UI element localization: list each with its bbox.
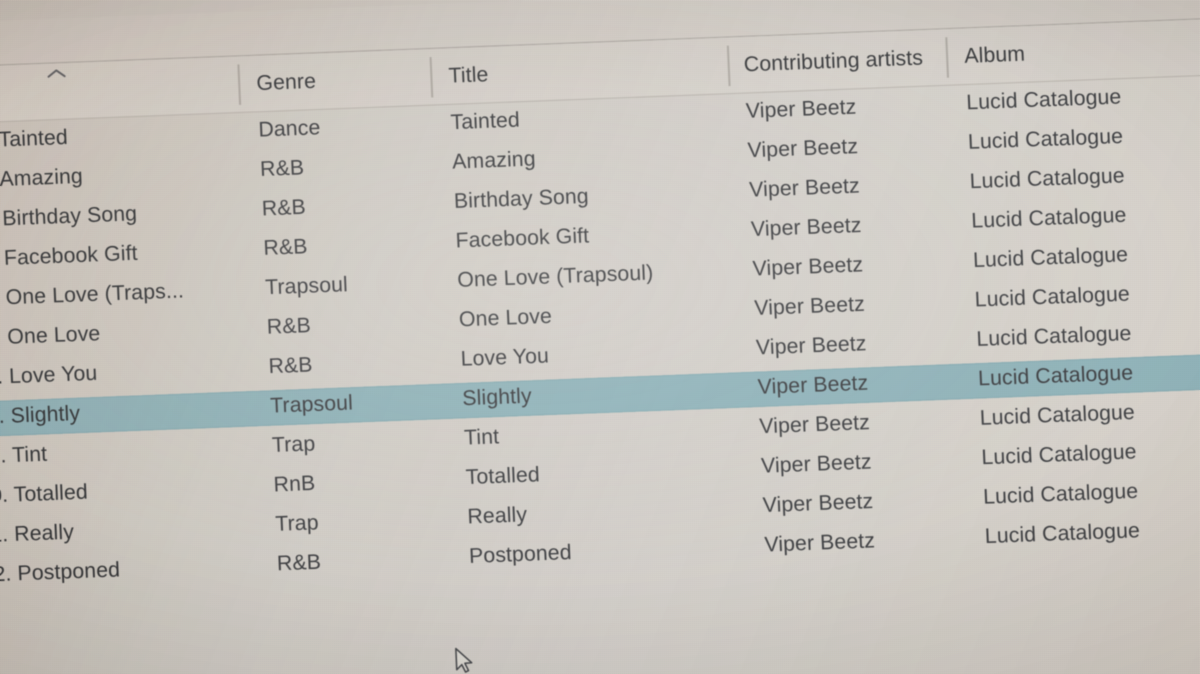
cell-album: Lucid Catalogue [979,400,1136,430]
column-header-album[interactable]: Album [964,42,1026,69]
column-divider-0[interactable] [237,64,241,105]
cell-title: Amazing [451,147,537,174]
cell-title: Totalled [465,463,541,490]
cell-artists: Viper Beetz [750,213,862,242]
cell-artists: Viper Beetz [762,489,874,518]
cell-title: Really [466,503,528,529]
cell-genre: RnB [273,471,316,497]
cell-name: 05. One Love (Traps... [0,279,185,310]
cell-artists: Viper Beetz [748,174,861,202]
cell-album: Lucid Catalogue [967,124,1124,154]
cell-genre: Dance [257,116,321,142]
cell-artists: Viper Beetz [757,371,869,399]
cell-artists: Viper Beetz [747,134,859,163]
cell-genre: Trap [274,511,320,536]
cell-album: Lucid Catalogue [972,242,1129,273]
cell-name: 12. Postponed [0,558,121,587]
screen-warp-wrapper: Select d NameGenreTitleContributing arti… [0,0,1200,674]
cell-genre: Trapsoul [264,272,349,300]
cell-genre: R&B [266,313,312,339]
cell-title: Slightly [461,384,533,411]
column-divider-1[interactable] [429,57,433,98]
column-divider-3[interactable] [945,37,949,78]
file-explorer-window: Select d NameGenreTitleContributing arti… [0,0,1200,674]
cell-artists: Viper Beetz [752,253,864,281]
cell-name: 04. Facebook Gift [0,241,139,272]
cell-genre: R&B [268,353,314,379]
cell-album: Lucid Catalogue [965,85,1122,115]
cell-genre: Trap [271,432,316,458]
column-header-title[interactable]: Title [448,63,489,89]
cell-name: 01. Tainted [0,125,69,153]
cell-album: Lucid Catalogue [975,321,1132,352]
cell-name: 06. One Love [0,321,101,350]
cell-genre: R&B [276,550,322,576]
cell-album: Lucid Catalogue [969,164,1126,194]
cell-genre: R&B [261,195,307,221]
cell-artists: Viper Beetz [760,450,873,478]
column-header-artists[interactable]: Contributing artists [743,46,923,77]
cell-title: One Love [458,304,553,332]
cell-genre: R&B [262,234,308,260]
cell-album: Lucid Catalogue [980,440,1138,470]
cell-genre: Trapsoul [269,391,354,418]
cell-title: Facebook Gift [455,224,590,253]
chevron-up-icon [45,67,68,80]
cell-title: Tainted [450,108,521,135]
cell-name: 08. Slightly [0,401,81,430]
cell-name: 11. Really [0,520,75,548]
cell-name: 09. Tint [0,442,48,469]
cell-artists: Viper Beetz [758,410,871,439]
cell-artists: Viper Beetz [745,95,857,123]
cell-title: One Love (Trapsoul) [456,261,654,292]
cell-title: Love You [460,344,550,371]
column-divider-2[interactable] [726,45,731,87]
cell-name: 07. Love You [0,361,98,390]
cell-genre: R&B [259,156,305,182]
file-list[interactable]: 01. Tainted Dance Tainted Viper Beetz Lucid … [0,73,1200,674]
cell-artists: Viper Beetz [755,331,867,360]
cell-title: Tint [463,425,500,450]
cell-name: 02. Amazing [0,164,84,193]
cell-name: 10. Totalled [0,480,89,508]
cell-album: Lucid Catalogue [974,282,1131,312]
cell-name: 03. Birthday Song [0,202,138,232]
cell-album: Lucid Catalogue [970,203,1127,233]
cell-album: Lucid Catalogue [984,518,1141,549]
cell-album: Lucid Catalogue [982,479,1139,509]
column-header-genre[interactable]: Genre [256,70,317,97]
cell-title: Postponed [468,540,573,569]
cell-artists: Viper Beetz [763,529,876,557]
cell-title: Birthday Song [453,184,590,214]
cell-artists: Viper Beetz [753,292,866,321]
photographed-screen: Select d NameGenreTitleContributing arti… [0,0,1200,674]
